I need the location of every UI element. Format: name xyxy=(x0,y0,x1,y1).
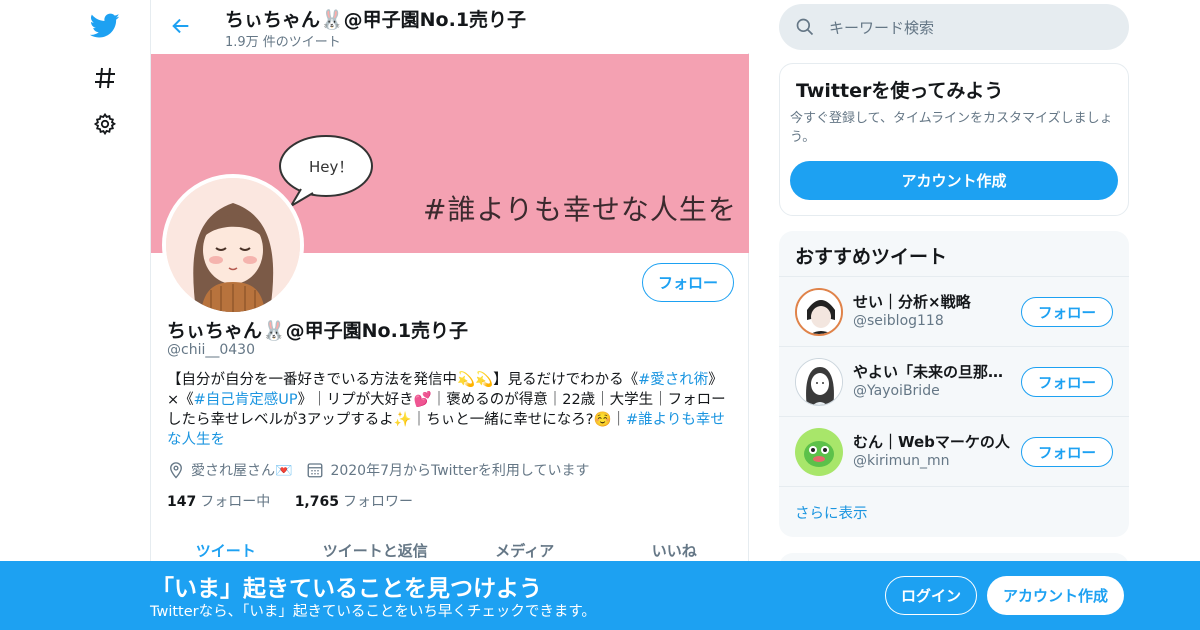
prompt-subtitle: Twitterなら、「いま」起きていることをいち早くチェックできます。 xyxy=(150,604,596,620)
user-avatar[interactable] xyxy=(795,428,843,476)
signup-card: Twitterを使ってみよう 今すぐ登録して、タイムラインをカスタマイズしましょ… xyxy=(779,63,1129,216)
twitter-logo-icon[interactable] xyxy=(89,10,121,42)
recommended-users-card: おすすめツイート せい｜分析×戦略 @seiblog118 フォロー やよい「未… xyxy=(779,231,1129,537)
signup-button[interactable]: アカウント作成 xyxy=(987,576,1124,615)
follow-stats: 147 フォロー中 1,765 フォロワー xyxy=(167,491,433,511)
location-pin-icon xyxy=(170,462,182,479)
bio-hashtag[interactable]: #愛され術 xyxy=(638,372,708,388)
user-name: やよい「未来の旦那様を見つける xyxy=(853,363,1013,381)
create-account-button[interactable]: アカウント作成 xyxy=(790,161,1118,200)
follow-button[interactable]: フォロー xyxy=(642,263,734,302)
user-handle: @chii__0430 xyxy=(167,342,255,358)
bio-hashtag[interactable]: #自己肯定感UP xyxy=(194,392,298,408)
banner-text: #誰よりも幸せな人生を xyxy=(423,193,737,226)
profile-bio: 【自分が自分を一番好きでいる方法を発信中💫💫】見るだけでわかる《#愛され術》×《… xyxy=(167,370,727,450)
location: 愛され屋さん💌 xyxy=(167,460,292,480)
followers-link[interactable]: 1,765 フォロワー xyxy=(295,494,413,510)
avatar-illustration xyxy=(166,178,300,312)
header-title: ちぃちゃん🐰@甲子園No.1売り子 xyxy=(225,9,527,31)
tweet-count: 1.9万 件のツイート xyxy=(225,35,341,50)
search-input[interactable]: キーワード検索 xyxy=(829,17,934,38)
followers-count: 1,765 xyxy=(294,494,339,510)
join-date-text: 2020年7月からTwitterを利用しています xyxy=(330,463,590,479)
user-avatar[interactable] xyxy=(795,288,843,336)
signup-prompt-bar: 「いま」起きていることを見つけよう Twitterなら、「いま」起きていることを… xyxy=(0,561,1200,630)
profile-meta: 愛され屋さん💌 2020年7月からTwitterを利用しています xyxy=(167,460,603,480)
bio-text: 【自分が自分を一番好きでいる方法を発信中💫💫】見るだけでわかる《 xyxy=(167,372,639,388)
follow-button[interactable]: フォロー xyxy=(1021,367,1113,397)
location-text: 愛され屋さん💌 xyxy=(191,463,293,479)
bubble-text: Hey！ xyxy=(309,158,353,176)
follow-button[interactable]: フォロー xyxy=(1021,437,1113,467)
recommended-title: おすすめツイート xyxy=(795,246,948,268)
profile-avatar[interactable] xyxy=(162,174,304,316)
explore-hashtag-icon[interactable] xyxy=(89,62,121,94)
user-name: むん｜Webマーケの人 xyxy=(853,433,1010,451)
profile-column: ちぃちゃん🐰@甲子園No.1売り子 1.9万 件のツイート Hey！ #誰よりも… xyxy=(150,0,749,630)
user-name: せい｜分析×戦略 xyxy=(853,293,971,311)
signup-card-description: 今すぐ登録して、タイムラインをカスタマイズしましょう。 xyxy=(790,111,1113,145)
user-handle: @YayoiBride xyxy=(853,383,940,399)
followers-label: フォロワー xyxy=(342,494,413,510)
following-count: 147 xyxy=(167,494,197,510)
recommended-user-row[interactable]: むん｜Webマーケの人 @kirimun_mn フォロー xyxy=(779,416,1129,486)
user-avatar[interactable] xyxy=(795,358,843,406)
search-box[interactable]: キーワード検索 xyxy=(779,4,1129,50)
login-button[interactable]: ログイン xyxy=(885,576,977,615)
following-label: フォロー中 xyxy=(200,494,271,510)
following-link[interactable]: 147 フォロー中 xyxy=(167,494,270,510)
user-handle: @kirimun_mn xyxy=(853,453,950,469)
signup-card-title: Twitterを使ってみよう xyxy=(796,80,1004,102)
join-date: 2020年7月からTwitterを利用しています xyxy=(306,460,589,480)
follow-button[interactable]: フォロー xyxy=(1021,297,1113,327)
back-arrow-icon[interactable] xyxy=(167,12,195,40)
calendar-icon xyxy=(308,463,323,478)
profile-header: ちぃちゃん🐰@甲子園No.1売り子 1.9万 件のツイート xyxy=(151,0,749,53)
user-handle: @seiblog118 xyxy=(853,313,944,329)
search-icon xyxy=(796,18,814,36)
recommended-user-row[interactable]: せい｜分析×戦略 @seiblog118 フォロー xyxy=(779,276,1129,346)
recommended-user-row[interactable]: やよい「未来の旦那様を見つける @YayoiBride フォロー xyxy=(779,346,1129,416)
prompt-title: 「いま」起きていることを見つけよう xyxy=(151,576,542,602)
display-name: ちぃちゃん🐰@甲子園No.1売り子 xyxy=(167,320,469,342)
show-more-link[interactable]: さらに表示 xyxy=(779,486,1129,537)
settings-gear-icon[interactable] xyxy=(89,108,121,140)
